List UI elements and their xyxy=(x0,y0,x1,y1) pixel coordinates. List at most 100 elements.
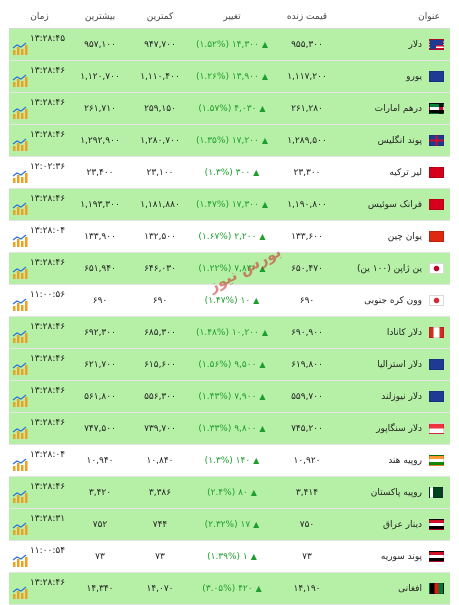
min-cell: ۶۴۶,۰۳۰ xyxy=(130,252,190,285)
price-cell: ۱۴,۱۹۰ xyxy=(274,572,340,605)
currency-table: عنوان قیمت زنده تغییر کمترین بیشترین زما… xyxy=(9,6,450,605)
change-cell: ▲۴,۰۳۰ (۱.۵۷%) xyxy=(190,92,274,125)
flag-ca-icon xyxy=(429,327,444,338)
change-value: ۱۷,۳۰۰ (۱.۴۷%) xyxy=(196,199,259,210)
chart-icon[interactable] xyxy=(12,74,28,88)
flag-nz-icon xyxy=(429,391,444,402)
table-row[interactable]: دینار عراق ۷۵۰ ▲۱۷ (۲.۳۲%) ۷۴۴ ۷۵۲ ۱۳:۲۸:۳۱ xyxy=(9,508,450,541)
table-row[interactable]: دلار استرالیا ۶۱۹,۸۰۰ ▲۹,۵۰۰ (۱.۵۶%) ۶۱۵,۶۰… xyxy=(9,348,450,381)
change-cell: ▲۳۰۰ (۱.۳%) xyxy=(190,156,274,189)
chart-icon[interactable] xyxy=(12,394,28,408)
time-value: ۱۳:۲۸:۴۶ xyxy=(29,577,66,588)
change-value: ۳۰۰ (۱.۳%) xyxy=(204,167,251,178)
chart-icon[interactable] xyxy=(12,586,28,600)
change-value: ۱۰ (۱.۴۷%) xyxy=(204,295,251,306)
chart-icon[interactable] xyxy=(12,426,28,440)
time-cell: ۱۱:۰۰:۵۴ xyxy=(9,540,70,573)
change-cell: ▲۱۳,۹۰۰ (۱.۲۶%) xyxy=(190,60,274,93)
price-cell: ۵۵۹,۷۰۰ xyxy=(274,380,340,413)
table-row[interactable]: یورو ۱,۱۱۷,۲۰۰ ▲۱۳,۹۰۰ (۱.۲۶%) ۱,۱۱۰,۴۰۰ ۱,۱… xyxy=(9,60,450,93)
change-value: ۴۲۰ (۳.۰۵%) xyxy=(202,583,253,594)
caret-up-icon: ▲ xyxy=(255,583,262,593)
change-value: ۱۰,۲۰۰ (۱.۴۸%) xyxy=(196,327,259,338)
table-row[interactable]: روپیه هند ۱۰,۹۲۰ ▲۱۴۰ (۱.۳%) ۱۰,۸۴۰ ۱۰,۹۴۰ ۱۳… xyxy=(9,444,450,477)
caret-up-icon: ▲ xyxy=(253,295,260,305)
chart-icon[interactable] xyxy=(12,458,28,472)
table-row[interactable]: پوند سوریه ۷۳ ▲۱ (۱.۳۹%) ۷۳ ۷۳ ۱۱:۰۰:۵۴ xyxy=(9,540,450,573)
change-cell: ▲۷,۸۳۰ (۱.۲۲%) xyxy=(190,252,274,285)
table-row[interactable]: افغانی ۱۴,۱۹۰ ▲۴۲۰ (۳.۰۵%) ۱۴,۰۷۰ ۱۴,۳۴۰ ۱۳:۲… xyxy=(9,572,450,605)
table-row[interactable]: لیر ترکیه ۲۳,۳۰۰ ▲۳۰۰ (۱.۳%) ۲۳,۱۰۰ ۲۳,۴۰۰ ۱۲… xyxy=(9,156,450,189)
flag-kr-icon xyxy=(429,295,444,306)
chart-icon[interactable] xyxy=(12,138,28,152)
price-cell: ۱,۱۹۰,۸۰۰ xyxy=(274,188,340,221)
table-row[interactable]: دلار سنگاپور ۷۴۵,۲۰۰ ▲۹,۸۰۰ (۱.۳۳%) ۷۳۹,۷۰۰… xyxy=(9,412,450,445)
change-value: ۷,۸۳۰ (۱.۲۲%) xyxy=(198,263,257,274)
chart-icon[interactable] xyxy=(12,42,28,56)
currency-name: یوان چین xyxy=(387,232,422,242)
currency-name: پوند انگلیس xyxy=(377,136,422,146)
chart-icon[interactable] xyxy=(12,234,28,248)
min-cell: ۶۱۵,۶۰۰ xyxy=(130,348,190,381)
table-row[interactable]: وون کره جنوبی ۶۹۰ ▲۱۰ (۱.۴۷%) ۶۹۰ ۶۹۰ ۱۱:۰۰:۵… xyxy=(9,284,450,317)
time-cell: ۱۳:۲۸:۴۶ xyxy=(9,124,70,157)
caret-up-icon: ▲ xyxy=(253,167,260,177)
flag-gb-icon xyxy=(429,135,444,146)
chart-icon[interactable] xyxy=(12,362,28,376)
time-cell: ۱۳:۲۸:۳۱ xyxy=(9,508,70,541)
chart-icon[interactable] xyxy=(12,522,28,536)
max-cell: ۷۳ xyxy=(70,540,130,573)
time-cell: ۱۳:۲۸:۴۶ xyxy=(9,316,70,349)
chart-icon[interactable] xyxy=(12,490,28,504)
max-cell: ۶۵۱,۹۴۰ xyxy=(70,252,130,285)
chart-icon[interactable] xyxy=(12,554,28,568)
time-value: ۱۳:۲۸:۰۴ xyxy=(29,449,66,460)
caret-up-icon: ▲ xyxy=(261,327,268,337)
flag-iq-icon xyxy=(429,519,444,530)
flag-sg-icon xyxy=(429,423,444,434)
chart-icon[interactable] xyxy=(12,330,28,344)
time-value: ۱۳:۲۸:۴۶ xyxy=(29,129,66,140)
time-value: ۱۳:۲۸:۳۱ xyxy=(29,513,66,524)
table-row[interactable]: فرانک سوئیس ۱,۱۹۰,۸۰۰ ▲۱۷,۳۰۰ (۱.۴۷%) ۱,۱۸۱… xyxy=(9,188,450,221)
caret-up-icon: ▲ xyxy=(259,359,266,369)
time-value: ۱۳:۲۸:۴۶ xyxy=(29,353,66,364)
table-row[interactable]: ین ژاپن (۱۰۰ ین) ۶۵۰,۴۷۰ ▲۷,۸۳۰ (۱.۲۲%) ۶۴۶… xyxy=(9,252,450,285)
currency-name: روپیه هند xyxy=(388,456,422,466)
chart-icon[interactable] xyxy=(12,298,28,312)
chart-icon[interactable] xyxy=(12,202,28,216)
change-cell: ▲۴۲۰ (۳.۰۵%) xyxy=(190,572,274,605)
table-row[interactable]: دلار ۹۵۵,۳۰۰ ▲۱۴,۳۰۰ (۱.۵۲%) ۹۴۷,۷۰۰ ۹۵۷,۱۰۰… xyxy=(9,28,450,61)
currency-name: وون کره جنوبی xyxy=(364,296,422,306)
chart-icon[interactable] xyxy=(12,170,28,184)
caret-up-icon: ▲ xyxy=(259,263,266,273)
caret-up-icon: ▲ xyxy=(253,455,260,465)
flag-af-icon xyxy=(429,583,444,594)
table-row[interactable]: روپیه پاکستان ۳,۴۱۴ ▲۸۰ (۲.۴%) ۳,۳۸۶ ۳,۴۲۰ ۱۳… xyxy=(9,476,450,509)
time-cell: ۱۳:۲۸:۴۶ xyxy=(9,412,70,445)
table-row[interactable]: یوان چین ۱۳۳,۶۰۰ ▲۲,۲۰۰ (۱.۶۷%) ۱۳۲,۵۰۰ ۱۳۳,… xyxy=(9,220,450,253)
currency-name: دینار عراق xyxy=(383,520,422,530)
max-cell: ۲۶۱,۷۱۰ xyxy=(70,92,130,125)
table-row[interactable]: دلار نیوزلند ۵۵۹,۷۰۰ ▲۷,۹۰۰ (۱.۴۳%) ۵۵۶,۳۰۰… xyxy=(9,380,450,413)
price-cell: ۹۵۵,۳۰۰ xyxy=(274,28,340,61)
table-row[interactable]: درهم امارات ۲۶۱,۲۸۰ ▲۴,۰۳۰ (۱.۵۷%) ۲۵۹,۱۵۰ ۲… xyxy=(9,92,450,125)
change-cell: ▲۹,۸۰۰ (۱.۳۳%) xyxy=(190,412,274,445)
change-value: ۹,۵۰۰ (۱.۵۶%) xyxy=(198,359,257,370)
chart-icon[interactable] xyxy=(12,106,28,120)
currency-name-cell: افغانی xyxy=(340,572,450,605)
change-cell: ▲۱۴۰ (۱.۳%) xyxy=(190,444,274,477)
table-row[interactable]: دلار کانادا ۶۹۰,۹۰۰ ▲۱۰,۲۰۰ (۱.۴۸%) ۶۸۵,۳۰۰… xyxy=(9,316,450,349)
change-value: ۱۷ (۲.۳۲%) xyxy=(204,519,251,530)
time-cell: ۱۳:۲۸:۰۴ xyxy=(9,220,70,253)
table-row[interactable]: پوند انگلیس ۱,۲۸۹,۵۰۰ ▲۱۷,۲۰۰ (۱.۳۵%) ۱,۲۸۰… xyxy=(9,124,450,157)
max-cell: ۶۹۲,۳۰۰ xyxy=(70,316,130,349)
change-value: ۴,۰۳۰ (۱.۵۷%) xyxy=(198,103,257,114)
currency-name-cell: دلار سنگاپور xyxy=(340,412,450,445)
min-cell: ۷۴۴ xyxy=(130,508,190,541)
currency-name-cell: لیر ترکیه xyxy=(340,156,450,189)
change-cell: ▲۷,۹۰۰ (۱.۴۳%) xyxy=(190,380,274,413)
chart-icon[interactable] xyxy=(12,266,28,280)
max-cell: ۷۵۲ xyxy=(70,508,130,541)
min-cell: ۶۸۵,۳۰۰ xyxy=(130,316,190,349)
